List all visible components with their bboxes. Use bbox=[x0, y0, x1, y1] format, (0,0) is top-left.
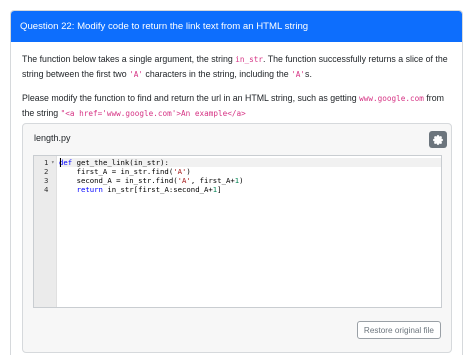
code-line-text: return in_str[first_A:second_A+1] bbox=[76, 185, 222, 194]
paragraph-text: The function below takes a single argume… bbox=[22, 54, 236, 64]
settings-button[interactable] bbox=[429, 131, 447, 148]
gear-icon bbox=[433, 134, 443, 145]
line-number: 3 bbox=[44, 176, 49, 185]
line-number: 4 bbox=[44, 185, 49, 194]
code-editor[interactable]: 1 2 3 4 ▾ def get_the_link(in_str): firs… bbox=[33, 155, 442, 308]
text-cursor bbox=[60, 158, 61, 167]
inline-code: www.google.com bbox=[359, 94, 424, 103]
inline-code: 'A' bbox=[129, 70, 143, 79]
inline-code: "<a href='www.google.com'>An example</a> bbox=[60, 109, 246, 118]
question-paragraph-1: The function below takes a single argume… bbox=[22, 52, 451, 82]
fold-arrow-icon[interactable]: ▾ bbox=[51, 158, 55, 167]
question-paragraph-2: Please modify the function to find and r… bbox=[22, 91, 451, 121]
editor-header: length.py bbox=[23, 124, 451, 154]
file-name: length.py bbox=[34, 133, 71, 143]
paragraph-text: s. bbox=[305, 69, 312, 79]
code-line[interactable]: second_A = in_str.find('A', first_A+1) bbox=[59, 176, 441, 185]
question-body: The function below takes a single argume… bbox=[11, 42, 462, 121]
question-title: Question 22: Modify code to return the l… bbox=[11, 11, 462, 42]
code-line-text: get_the_link(in_str): bbox=[76, 158, 169, 167]
code-line[interactable]: first_A = in_str.find('A') bbox=[59, 167, 441, 176]
restore-original-file-button[interactable]: Restore original file bbox=[356, 321, 441, 339]
code-area[interactable]: def get_the_link(in_str): first_A = in_s… bbox=[57, 156, 441, 307]
paragraph-text: characters in the string, including the bbox=[142, 69, 292, 79]
code-line-text: second_A = in_str.find('A', first_A+1) bbox=[59, 176, 244, 185]
question-card: Question 22: Modify code to return the l… bbox=[10, 10, 463, 355]
line-number: 2 bbox=[44, 167, 49, 176]
code-editor-panel: length.py 1 2 3 4 ▾ def get_the_link(in_… bbox=[22, 123, 452, 353]
editor-footer: Restore original file bbox=[356, 320, 441, 339]
code-line-text: first_A = in_str.find('A') bbox=[59, 167, 191, 176]
code-line[interactable]: return in_str[first_A:second_A+1] bbox=[59, 185, 441, 194]
code-line[interactable]: def get_the_link(in_str): bbox=[59, 158, 441, 167]
inline-code: 'A' bbox=[291, 70, 306, 79]
paragraph-text: Please modify the function to find and r… bbox=[22, 93, 360, 103]
inline-code: in_str bbox=[235, 55, 263, 64]
line-number-gutter: 1 2 3 4 bbox=[34, 156, 57, 307]
